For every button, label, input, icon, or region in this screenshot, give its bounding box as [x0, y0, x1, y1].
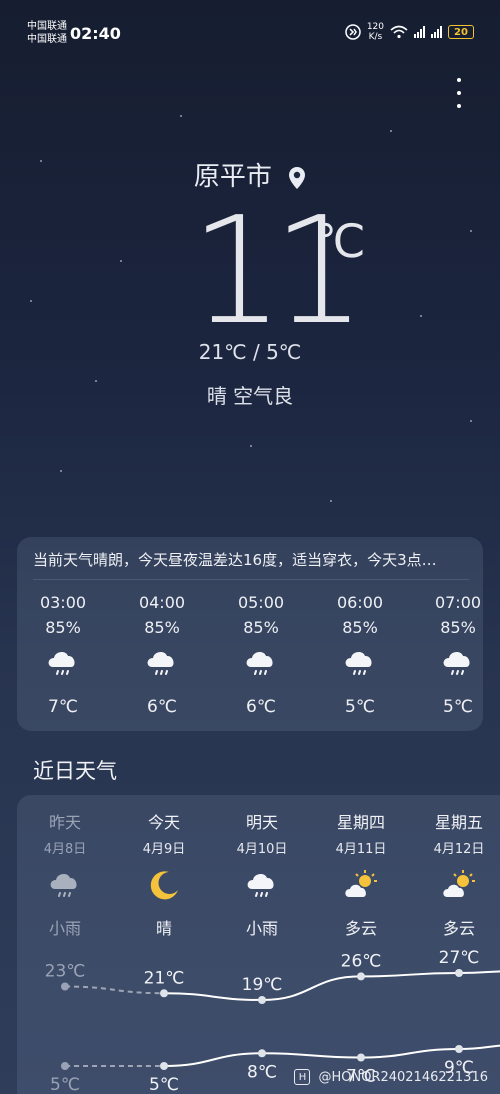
- status-icons: 120 K/s 20: [345, 22, 474, 42]
- rain-cloud-icon: [330, 647, 390, 683]
- hour-precip: 85%: [144, 618, 180, 637]
- watermark-text: @HONOR2402146221316: [318, 1069, 488, 1085]
- low-temp-label: 8℃: [247, 1062, 277, 1082]
- hourly-forecast-card[interactable]: 当前天气晴朗，今天昼夜温差达16度，适当穿衣，今天3点… 03:00 85% 7℃ 0…: [17, 537, 483, 731]
- high-temp-label: 21℃: [144, 968, 185, 988]
- hour-temp: 6℃: [147, 697, 177, 717]
- low-temp-point: [455, 1045, 463, 1053]
- low-temp-point: [160, 1062, 168, 1070]
- high-temp-line: [163, 970, 500, 1002]
- hour-precip: 85%: [45, 618, 81, 637]
- carrier-1: 中国联通: [27, 21, 67, 32]
- watermark-badge: H: [294, 1069, 311, 1085]
- high-temp-label: 19℃: [242, 975, 283, 995]
- weather-summary[interactable]: 当前天气晴朗，今天昼夜温差达16度，适当穿衣，今天3点…: [33, 549, 473, 570]
- nfc-icon: [345, 24, 361, 40]
- hourly-item: 05:00 85% 6℃: [231, 593, 291, 717]
- high-temp-point: [455, 969, 463, 977]
- carrier-2: 中国联通: [27, 34, 67, 45]
- hourly-item: 04:00 85% 6℃: [132, 593, 192, 717]
- high-temp-point: [160, 989, 168, 998]
- battery-icon: 20: [448, 25, 474, 39]
- high-temp-point: [357, 972, 365, 981]
- high-temp-point: [61, 982, 69, 991]
- status-bar: 中国联通 中国联通 02:40 120 K/s 20: [0, 0, 500, 60]
- hour-temp: 5℃: [345, 697, 375, 717]
- device-watermark: H @HONOR2402146221316: [294, 1069, 488, 1085]
- low-temp-label: 5℃: [50, 1075, 80, 1094]
- more-menu-icon[interactable]: [456, 78, 462, 108]
- hour-temp: 6℃: [246, 697, 276, 717]
- low-temp-point: [61, 1062, 69, 1070]
- signal-icon: [414, 26, 425, 38]
- wifi-icon: [390, 25, 408, 39]
- net-speed: 120 K/s: [367, 22, 384, 42]
- hourly-item: 07:00 85% 5℃: [428, 593, 483, 717]
- temperature-trend-chart: 23℃ 21℃ 19℃26℃ 27℃5℃ 5℃8℃ 7℃ 9℃: [45, 948, 500, 1094]
- hourly-item: 03:00 85% 7℃: [33, 593, 93, 717]
- rain-cloud-icon: [231, 647, 291, 683]
- low-temp-point: [258, 1049, 266, 1058]
- hour-precip: 85%: [342, 618, 378, 637]
- weather-condition: 晴 空气良: [206, 384, 294, 408]
- net-speed-unit: K/s: [368, 32, 383, 42]
- rain-cloud-icon: [132, 647, 192, 683]
- signal-2-icon: [431, 26, 442, 38]
- hour-time: 07:00: [434, 593, 482, 612]
- high-temp-label: 27℃: [439, 948, 480, 968]
- high-temp-label: 26℃: [341, 951, 382, 971]
- temperature-unit: ℃: [314, 214, 366, 268]
- low-temp-point: [357, 1053, 365, 1062]
- rain-cloud-icon: [428, 647, 483, 683]
- daily-forecast-card[interactable]: 昨天 4月8日 小雨 今天 4月9日晴明天 4月10日 小雨 星期四 4月11日 多云 星期五 4月1…: [17, 795, 500, 1094]
- hourly-item: 06:00 85% 5℃: [330, 593, 390, 717]
- battery-level: 20: [454, 26, 468, 38]
- hour-time: 04:00: [138, 593, 186, 612]
- high-temp-point: [258, 996, 266, 1004]
- hour-temp: 7℃: [48, 697, 78, 717]
- status-time: 02:40: [70, 24, 121, 43]
- divider: [33, 579, 469, 580]
- hour-temp: 5℃: [443, 697, 473, 717]
- hour-time: 03:00: [39, 593, 87, 612]
- temperature-range: 21℃ / 5℃: [198, 340, 302, 364]
- hour-time: 05:00: [237, 593, 285, 612]
- hour-time: 06:00: [336, 593, 384, 612]
- daily-forecast-title: 近日天气: [33, 759, 117, 783]
- net-speed-value: 120: [366, 22, 384, 32]
- hour-precip: 85%: [243, 618, 279, 637]
- rain-cloud-icon: [33, 647, 93, 683]
- hour-precip: 85%: [440, 618, 476, 637]
- carrier-labels: 中国联通 中国联通: [27, 20, 67, 46]
- low-temp-label: 5℃: [149, 1075, 179, 1094]
- high-temp-label: 23℃: [45, 962, 86, 982]
